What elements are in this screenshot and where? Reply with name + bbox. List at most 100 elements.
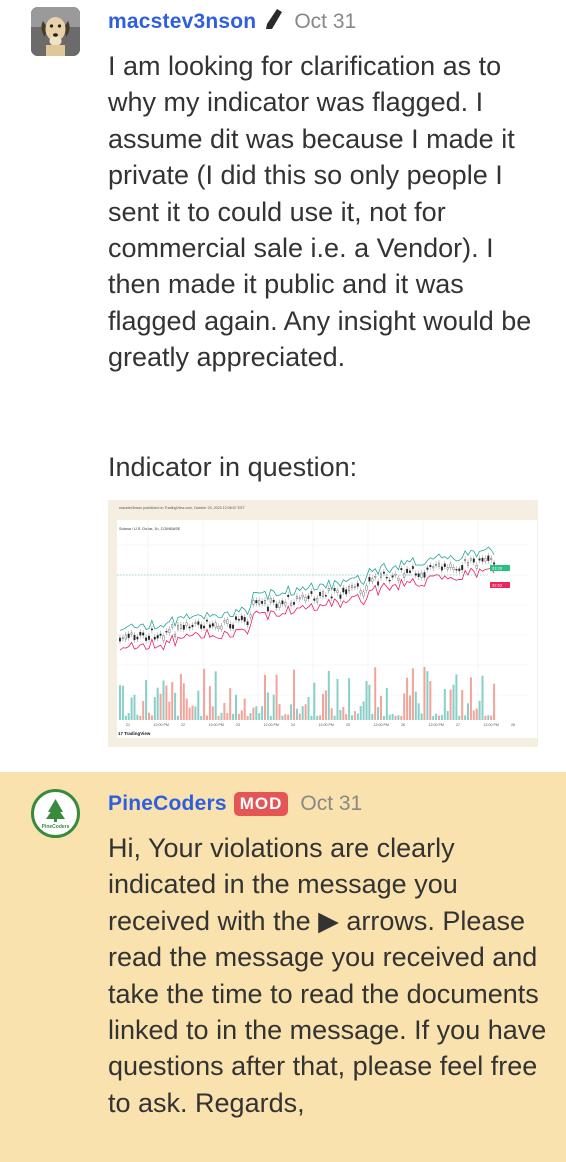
chart-x-tick-label: 12:00 PM: [209, 723, 224, 727]
chart-volume-bar: [394, 715, 397, 720]
chart-candle: [319, 592, 322, 596]
tradingview-logo-text: TradingView: [124, 731, 151, 736]
chart-candle: [269, 598, 272, 603]
chart-volume-bar: [336, 678, 339, 720]
chart-candle: [356, 583, 359, 587]
chart-candle: [226, 619, 229, 624]
chart-volume-bar: [461, 690, 464, 720]
chart-candle: [353, 586, 356, 588]
chart-volume-bar: [304, 704, 307, 720]
chart-volume-bar: [281, 715, 284, 720]
chart-volume-bar: [139, 715, 142, 720]
chart-volume-bar: [220, 712, 223, 720]
chart-volume-bar: [243, 698, 246, 720]
chart-candle: [156, 635, 159, 639]
chart-volume-bar: [333, 715, 336, 720]
chart-volume-bar: [237, 713, 240, 720]
chart-volume-bar: [455, 674, 458, 720]
chart-volume-bar: [487, 715, 490, 720]
chart-volume-bar: [348, 678, 351, 720]
chart-candle: [266, 606, 269, 612]
chart-volume-bar: [298, 713, 301, 720]
chart-volume-bar: [409, 695, 411, 720]
chart-volume-bar: [382, 715, 385, 720]
chart-candle: [351, 584, 353, 589]
post-date[interactable]: Oct 31: [300, 792, 362, 816]
chart-candle: [133, 634, 136, 641]
chart-volume-bar: [356, 713, 359, 720]
chart-volume-bar: [188, 707, 191, 720]
chart-x-tick-label: 26: [401, 723, 405, 727]
username-link[interactable]: PineCoders: [108, 792, 227, 816]
pinecoders-logo-text: PineCoders: [42, 824, 70, 830]
pinecoders-avatar[interactable]: PineCoders: [31, 789, 80, 838]
chart-volume-bar: [339, 709, 342, 720]
chart-volume-bar: [269, 715, 272, 720]
chart-candle: [365, 585, 368, 591]
chart-candle: [440, 566, 443, 571]
chart-candle: [388, 579, 391, 582]
chart-volume-bar: [342, 706, 345, 720]
chart-candle: [490, 557, 493, 560]
chart-candle: [182, 624, 185, 630]
chart-x-tick-label: 27: [456, 723, 460, 727]
chart-volume-bar: [208, 686, 211, 720]
chart-volume-bar: [272, 694, 275, 720]
chart-x-tick-label: 12:00 PM: [319, 723, 334, 727]
chart-candle: [322, 591, 324, 597]
chart-volume-bar: [255, 706, 258, 720]
chart-volume-bar: [206, 715, 208, 720]
chart-volume-bar: [446, 711, 449, 720]
chart-volume-bar: [284, 714, 287, 720]
chart-candle: [153, 636, 156, 640]
chart-symbol-text: Solana / U.S. Dollar, 1h, COINBASE: [119, 527, 181, 531]
chart-x-tick-label: 12:00 PM: [154, 723, 169, 727]
chart-candle: [307, 595, 310, 599]
chart-volume-bar: [429, 681, 432, 720]
chart-candle: [461, 565, 464, 571]
chart-candle: [458, 568, 461, 572]
chart-candle: [443, 563, 446, 567]
username-link[interactable]: macstev3nson: [108, 10, 256, 34]
chart-candle: [377, 581, 380, 586]
chart-volume-bar: [417, 703, 420, 720]
chart-candle: [130, 632, 133, 635]
chart-candle: [150, 628, 153, 631]
chart-volume-bar: [240, 710, 243, 720]
chart-x-tick-label: 22: [181, 723, 185, 727]
chart-volume-bar: [124, 715, 127, 720]
chart-x-tick-label: 12:00 PM: [429, 723, 444, 727]
chart-candle: [397, 578, 400, 581]
chart-candle: [348, 586, 351, 592]
chart-volume-bar: [261, 706, 264, 720]
chart-candle: [374, 576, 377, 578]
chart-volume-bar: [353, 711, 356, 720]
chart-candle: [258, 599, 261, 605]
chart-candle: [261, 601, 264, 604]
tradingview-logo-icon: 17: [118, 731, 124, 736]
chart-volume-bar: [217, 715, 220, 720]
chart-volume-bar: [481, 675, 484, 720]
chart-volume-bar: [438, 715, 440, 720]
chart-candle: [142, 632, 145, 636]
chart-x-tick-label: 12:00 PM: [264, 723, 279, 727]
chart-candle: [385, 576, 388, 579]
chart-candle: [177, 624, 179, 630]
chart-candle: [194, 622, 197, 624]
chart-candle: [304, 597, 307, 602]
chart-volume-bar: [130, 697, 133, 720]
chart-volume-bar: [174, 692, 177, 720]
chart-candle: [229, 624, 232, 629]
post-date[interactable]: Oct 31: [294, 10, 356, 34]
chart-candle: [148, 635, 150, 640]
chart-volume-bar: [136, 714, 139, 720]
chart-candle: [203, 625, 206, 629]
dog-avatar-icon: [31, 7, 80, 56]
chart-screenshot-image[interactable]: macstev3nson published on TradingView.co…: [108, 500, 538, 747]
chart-volume-bar: [458, 715, 461, 720]
chart-candle: [127, 633, 130, 638]
chart-volume-bar: [119, 685, 121, 720]
chart-candle: [313, 598, 316, 601]
avatar[interactable]: [31, 7, 80, 56]
chart-x-tick-label: 12:00 PM: [484, 723, 499, 727]
